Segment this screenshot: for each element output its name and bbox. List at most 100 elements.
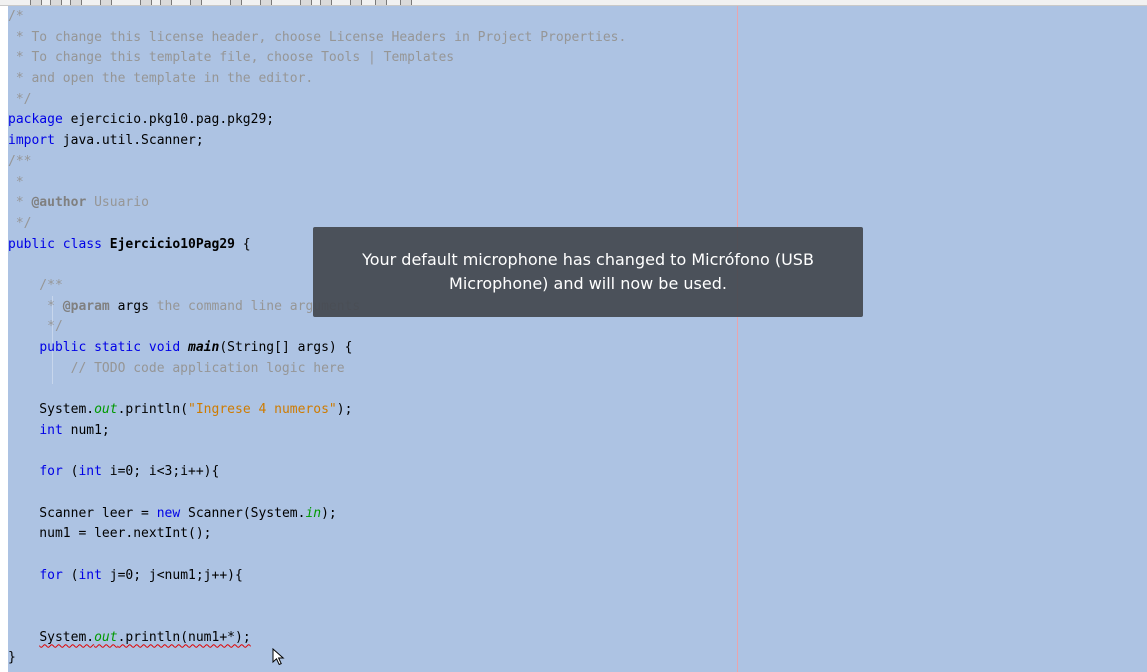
code-token: for (39, 567, 63, 583)
toolbar-icon[interactable] (260, 0, 272, 5)
toolbar-icon[interactable] (100, 0, 112, 5)
code-line[interactable]: int num1; (8, 421, 1138, 442)
code-line[interactable]: for (int j=0; j<num1;j++){ (8, 566, 1138, 587)
code-editor[interactable]: /* * To change this license header, choo… (0, 0, 1147, 672)
code-line[interactable]: package ejercicio.pkg10.pag.pkg29; (8, 110, 1138, 131)
code-token: i=0; i<3;i++){ (101, 464, 220, 480)
toolbar-icon[interactable] (140, 0, 152, 5)
code-token: ( (62, 464, 79, 480)
code-line[interactable]: for (int i=0; i<3;i++){ (8, 462, 1138, 483)
code-token: num1 = leer.nextInt(); (8, 526, 212, 542)
toolbar-icon[interactable] (50, 0, 62, 5)
toolbar-icon[interactable] (375, 0, 387, 5)
code-token: public static void (39, 340, 181, 355)
code-line[interactable]: // TODO code application logic here (8, 359, 1138, 380)
code-token: ); (321, 505, 337, 521)
code-token: int (78, 464, 102, 480)
code-token: import (8, 133, 55, 149)
code-line[interactable]: num1 = leer.nextInt(); (8, 524, 1138, 545)
code-token: out (94, 629, 118, 645)
code-token: */ (8, 319, 63, 335)
toolbar-icon[interactable] (230, 0, 242, 5)
toolbar-icon[interactable] (320, 0, 332, 5)
code-token: ejercicio.pkg10.pag.pkg29; (62, 112, 275, 128)
code-token: .println(num1+*); (117, 629, 251, 645)
toolbar-icon[interactable] (190, 0, 202, 5)
toolbar-icon[interactable] (400, 0, 412, 5)
line-gutter[interactable] (0, 6, 8, 672)
code-token: Ejercicio10Pag29 (109, 236, 235, 252)
code-token: * (8, 298, 63, 314)
code-token: (String[] args) { (219, 340, 353, 355)
code-token: main (188, 340, 220, 355)
code-line[interactable]: * To change this license header, choose … (8, 28, 1138, 49)
code-line[interactable]: /** (8, 152, 1138, 173)
code-token: .println( (117, 402, 189, 418)
toolbar-icon[interactable] (70, 0, 82, 5)
code-token: { (234, 236, 251, 252)
code-line[interactable]: * and open the template in the editor. (8, 69, 1138, 90)
code-token: System. (39, 629, 95, 645)
code-token: ( (62, 567, 79, 583)
toolbar-icon[interactable] (160, 0, 172, 5)
code-token: package (8, 112, 63, 128)
code-line[interactable]: * (8, 173, 1138, 194)
code-line[interactable]: } (8, 648, 1138, 669)
code-line[interactable]: * To change this template file, choose T… (8, 48, 1138, 69)
microphone-notification[interactable]: Your default microphone has changed to M… (313, 227, 863, 317)
code-token: * To change this license header, choose … (8, 29, 627, 45)
code-token: j=0; j<num1;j++){ (101, 567, 243, 583)
notification-message: Your default microphone has changed to M… (362, 250, 814, 293)
code-line[interactable]: /* (8, 7, 1138, 28)
code-line[interactable]: public static void main(String[] args) { (8, 338, 1138, 359)
code-line[interactable]: */ (8, 317, 1138, 338)
code-token: * To change this template file, choose T… (8, 50, 455, 66)
code-line[interactable] (8, 483, 1138, 504)
code-token: int (78, 567, 102, 583)
code-token: "Ingrese 4 numeros" (188, 402, 337, 418)
toolbar-icon[interactable] (350, 0, 362, 5)
code-token: } (8, 650, 16, 666)
code-line[interactable]: * @author Usuario (8, 193, 1138, 214)
code-line[interactable] (8, 545, 1138, 566)
code-token: java.util.Scanner; (54, 133, 204, 149)
code-token: in (305, 505, 322, 521)
code-line[interactable]: */ (8, 90, 1138, 111)
code-token: num1; (62, 422, 110, 438)
code-token: public class (8, 236, 102, 252)
code-line[interactable] (8, 379, 1138, 400)
code-token: Scanner(System. (180, 505, 306, 521)
code-token: for (39, 464, 63, 480)
code-token: */ (8, 91, 32, 107)
code-token: @author (31, 195, 87, 211)
toolbar-icon[interactable] (300, 0, 312, 5)
code-line[interactable]: System.out.println("Ingrese 4 numeros"); (8, 400, 1138, 421)
code-line[interactable]: System.out.println(num1+*); (8, 628, 1138, 649)
code-token: /* (8, 9, 24, 24)
code-token: Scanner leer = (8, 505, 157, 521)
code-token: */ (8, 215, 32, 231)
code-line[interactable]: Scanner leer = new Scanner(System.in); (8, 504, 1138, 525)
code-token: @param (62, 298, 110, 314)
code-token: // TODO code application logic here (8, 360, 345, 376)
code-token: new (156, 505, 181, 521)
toolbar-icon[interactable] (30, 0, 42, 5)
source-code[interactable]: /* * To change this license header, choo… (8, 7, 1138, 669)
code-token: /** (8, 153, 32, 169)
mouse-pointer-icon (272, 648, 285, 666)
code-token: out (94, 402, 118, 418)
code-token: Usuario (86, 195, 149, 211)
code-token: ); (336, 402, 353, 418)
code-line[interactable] (8, 441, 1138, 462)
code-line[interactable] (8, 586, 1138, 607)
code-token: args (109, 298, 157, 314)
code-line[interactable]: import java.util.Scanner; (8, 131, 1138, 152)
code-line[interactable] (8, 607, 1138, 628)
